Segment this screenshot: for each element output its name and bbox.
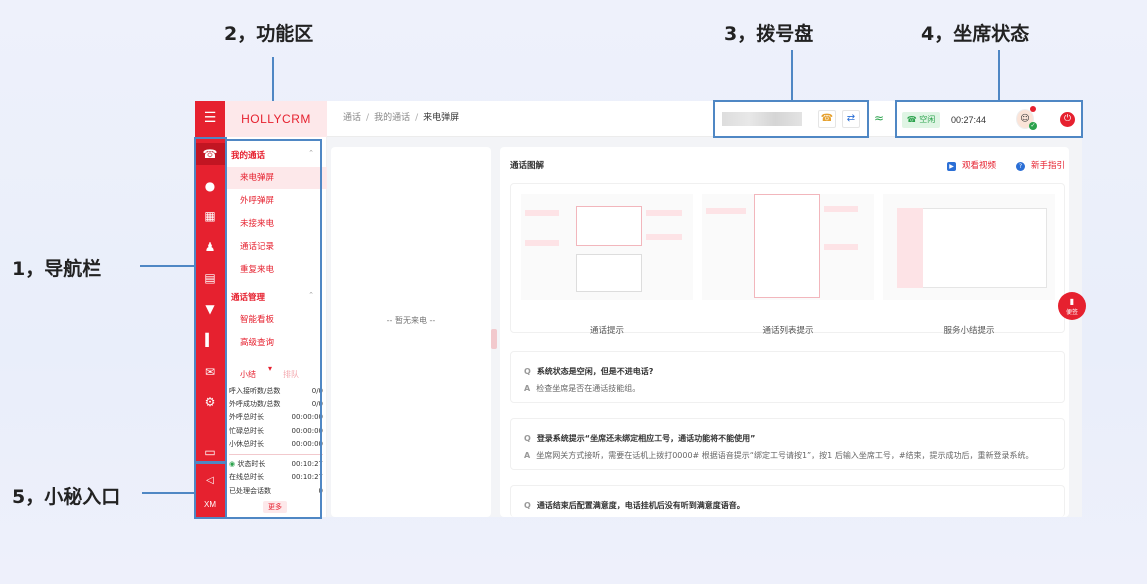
tutorial-thumbnail [702, 194, 874, 300]
empty-state: -- 暂无来电 -- [386, 316, 436, 325]
faq-question: Q 登录系统提示“坐席还未绑定相应工号，通话功能将不能使用” [524, 434, 756, 443]
annotation-line-secretary [142, 492, 195, 494]
tutorial-thumbnail [521, 194, 693, 300]
hamburger-menu-icon[interactable]: ☰ [195, 101, 225, 137]
tutorial-card[interactable]: 通话提示 [521, 194, 693, 336]
annotation-box-secretary [194, 462, 227, 519]
annotation-box-seat-status [895, 100, 1083, 138]
faq-question: Q 系统状态是空闲，但是不进电话? [524, 367, 654, 376]
watch-video-link[interactable]: ▶ 观看视频 [947, 159, 996, 171]
incoming-call-panel: -- 暂无来电 -- [331, 147, 491, 517]
annotation-dialpad: 3，拨号盘 [724, 23, 814, 45]
annotation-secretary: 5，小秘入口 [12, 486, 121, 508]
bookmark-icon: ▮ [1069, 297, 1075, 306]
faq-item[interactable]: Q 登录系统提示“坐席还未绑定相应工号，通话功能将不能使用” A 坐席网关方式接听，… [510, 418, 1065, 470]
annotation-navbar: 1，导航栏 [12, 258, 102, 280]
tutorial-cards: 通话提示 通话列表提示 服务小结提示 [510, 183, 1065, 336]
tutorial-caption: 服务小结提示 [943, 326, 995, 336]
annotation-box-function-area [225, 139, 322, 519]
app-window: ☰ HOLLYCRM 通话 / 我的通话 / 来电弹屏 ☎ ⇄ ≈ ☎ 空闲 00:27… [195, 101, 1086, 517]
panel-resize-handle[interactable] [491, 329, 497, 349]
sticky-note-button[interactable]: ▮ 便签 [1058, 292, 1086, 320]
annotation-line-dialpad [791, 50, 793, 102]
section-title: 通话图解 [510, 161, 545, 171]
annotation-line-seat [998, 50, 1000, 102]
signal-icon: ≈ [874, 111, 885, 125]
annotation-seat-status: 4，坐席状态 [921, 23, 1030, 45]
brand-logo: HOLLYCRM [225, 101, 327, 137]
breadcrumb-current: 来电弹屏 [423, 113, 460, 123]
tutorial-card[interactable]: 服务小结提示 [883, 194, 1055, 336]
breadcrumb: 通话 / 我的通话 / 来电弹屏 [343, 113, 460, 123]
tutorial-caption: 通话列表提示 [762, 326, 814, 336]
annotation-line-navbar [140, 265, 195, 267]
main-panel: 通话图解 ▶ 观看视频 ? 新手指引 通话提示 通话列表提示 服务小结提示 Q … [500, 147, 1069, 517]
faq-answer: A 坐席网关方式接听，需要在话机上拨打0000# 根据语音提示“绑定工号请按1”，… [524, 451, 1034, 460]
guide-link[interactable]: ? 新手指引 [1016, 159, 1065, 171]
annotation-box-navbar [194, 137, 227, 463]
faq-item[interactable]: Q 系统状态是空闲，但是不进电话? A 检查坐席是否在通话技能组。 [510, 351, 1065, 403]
tutorial-thumbnail [883, 194, 1055, 300]
faq-answer: A 检查坐席是否在通话技能组。 [524, 384, 641, 393]
breadcrumb-item[interactable]: 我的通话 [374, 113, 410, 123]
annotation-function-area: 2，功能区 [224, 23, 314, 45]
breadcrumb-item[interactable]: 通话 [343, 113, 361, 123]
faq-item[interactable]: Q 通话结束后配置满意度，电话挂机后没有听到满意度语音。 [510, 485, 1065, 517]
tutorial-caption: 通话提示 [589, 326, 624, 336]
help-icon: ? [1016, 162, 1025, 171]
annotation-box-dialpad [713, 100, 869, 138]
faq-question: Q 通话结束后配置满意度，电话挂机后没有听到满意度语音。 [524, 501, 745, 510]
tutorial-card[interactable]: 通话列表提示 [702, 194, 874, 336]
video-icon: ▶ [947, 162, 956, 171]
